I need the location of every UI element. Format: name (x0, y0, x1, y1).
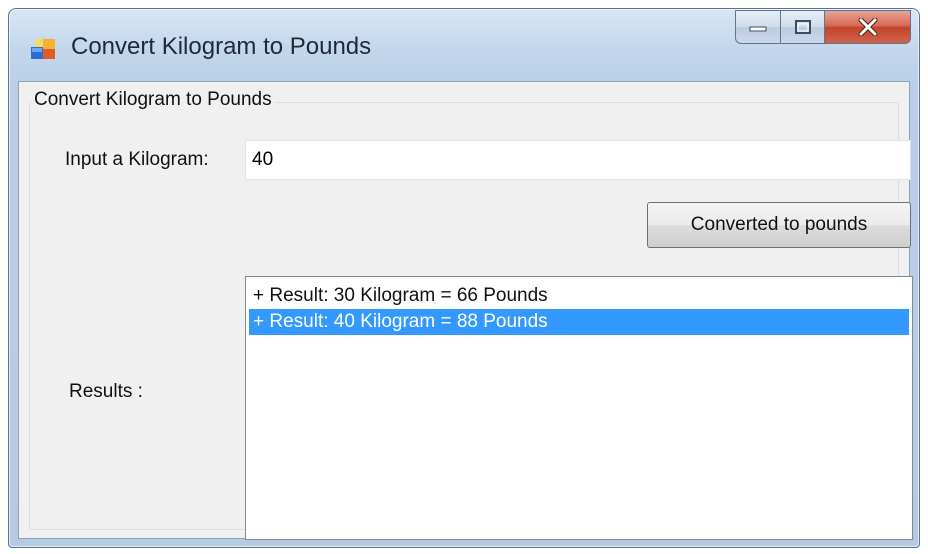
minimize-button[interactable] (735, 10, 781, 44)
minimize-icon (749, 26, 767, 32)
window-title: Convert Kilogram to Pounds (71, 33, 372, 60)
kilogram-input[interactable] (245, 140, 911, 180)
results-label: Results : (69, 381, 143, 402)
close-icon (858, 18, 877, 36)
convert-button[interactable]: Converted to pounds (647, 202, 911, 248)
caption-buttons (735, 10, 911, 46)
results-list-item[interactable]: + Result: 40 Kilogram = 88 Pounds (249, 309, 909, 335)
maximize-icon (794, 20, 811, 34)
app-window: Convert Kilogram to Pounds Convert Kilog… (8, 8, 920, 548)
close-button[interactable] (825, 10, 911, 44)
results-list-item[interactable]: + Result: 30 Kilogram = 66 Pounds (249, 283, 909, 309)
title-bar[interactable]: Convert Kilogram to Pounds (9, 9, 919, 81)
client-area: Convert Kilogram to Pounds Input a Kilog… (18, 81, 913, 540)
maximize-button[interactable] (781, 10, 825, 44)
results-listbox[interactable]: + Result: 30 Kilogram = 66 Pounds + Resul… (245, 276, 913, 540)
app-icon (31, 39, 55, 59)
kilogram-label: Input a Kilogram: (65, 149, 209, 170)
groupbox-title: Convert Kilogram to Pounds (31, 89, 275, 111)
